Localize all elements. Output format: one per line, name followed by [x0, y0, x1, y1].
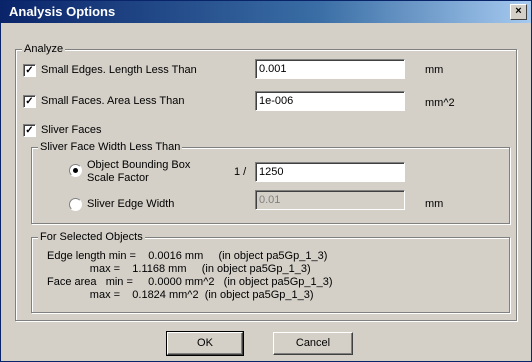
small-faces-label: Small Faces. Area Less Than	[41, 95, 185, 107]
bounding-box-label-line2: Scale Factor	[87, 172, 149, 184]
scale-factor-input[interactable]	[255, 162, 405, 182]
sliver-edge-width-input[interactable]	[255, 190, 405, 210]
scale-factor-prefix: 1 /	[234, 166, 247, 178]
small-edges-checkbox[interactable]: ✓	[23, 64, 36, 77]
edge-length-max-line: max = 1.1168 mm (in object pa5Gp_1_3)	[47, 263, 311, 275]
sliver-edge-width-label: Sliver Edge Width	[87, 198, 175, 210]
bounding-box-radio[interactable]	[69, 164, 82, 177]
analyze-legend: Analyze	[22, 43, 66, 55]
small-faces-area-input[interactable]	[255, 91, 405, 111]
small-edges-label: Small Edges. Length Less Than	[41, 64, 197, 76]
small-faces-checkbox[interactable]: ✓	[23, 95, 36, 108]
analysis-options-dialog: Analysis Options × Analyze ✓ Small Edges…	[0, 0, 532, 362]
dialog-title: Analysis Options	[9, 4, 116, 19]
ok-button[interactable]: OK	[166, 331, 244, 356]
sliver-width-legend: Sliver Face Width Less Than	[38, 141, 183, 153]
close-icon[interactable]: ×	[510, 4, 527, 20]
bounding-box-label-line1: Object Bounding Box	[87, 159, 191, 171]
selected-objects-legend: For Selected Objects	[38, 231, 145, 243]
cancel-button[interactable]: Cancel	[273, 332, 353, 355]
small-faces-unit: mm^2	[425, 97, 455, 109]
small-edges-unit: mm	[425, 64, 444, 76]
face-area-min-line: Face area min = 0.0000 mm^2 (in object p…	[47, 276, 333, 288]
small-edges-length-input[interactable]	[255, 59, 405, 79]
sliver-faces-label: Sliver Faces	[41, 124, 102, 136]
edge-length-min-line: Edge length min = 0.0016 mm (in object p…	[47, 250, 328, 262]
title-bar[interactable]: Analysis Options ×	[1, 1, 531, 23]
selected-objects-group: For Selected Objects	[31, 231, 510, 313]
sliver-edge-width-unit: mm	[425, 198, 444, 210]
sliver-faces-checkbox[interactable]: ✓	[23, 124, 36, 137]
sliver-edge-width-radio[interactable]	[69, 198, 82, 211]
face-area-max-line: max = 0.1824 mm^2 (in object pa5Gp_1_3)	[47, 289, 314, 301]
